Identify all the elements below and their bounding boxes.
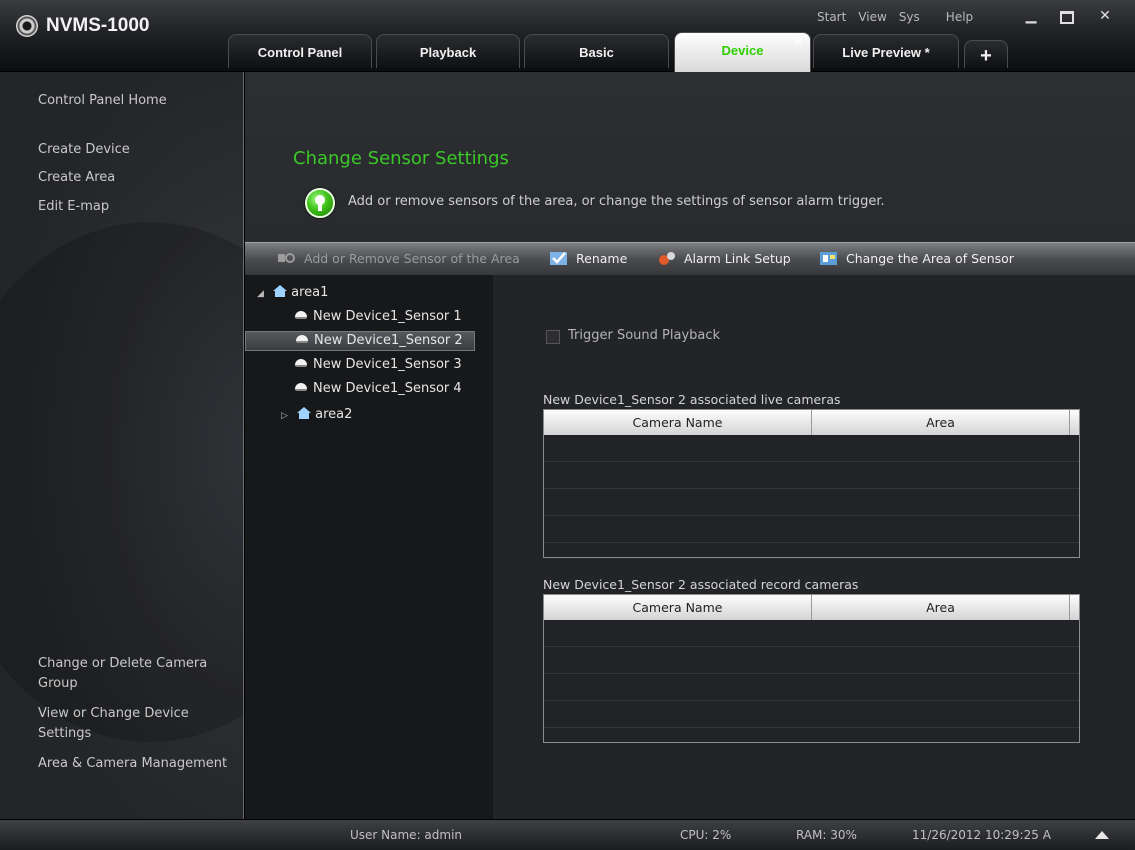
tab-device[interactable]: Device × <box>674 32 811 72</box>
tab-playback[interactable]: Playback <box>376 34 520 68</box>
column-header-filler <box>1070 410 1079 435</box>
app-title: NVMS-1000 <box>46 15 150 36</box>
trigger-sound-label: Trigger Sound Playback <box>568 328 721 343</box>
maximize-button[interactable] <box>1054 6 1080 26</box>
info-icon <box>305 188 335 218</box>
table-row[interactable] <box>544 674 1079 701</box>
table-row[interactable] <box>544 701 1079 728</box>
table-header: Camera Name Area <box>544 595 1079 620</box>
status-datetime: 11/26/2012 10:29:25 A <box>912 828 1051 842</box>
table-row[interactable] <box>544 462 1079 489</box>
add-remove-sensor-button[interactable]: Add or Remove Sensor of the Area <box>278 251 520 266</box>
tree-node-label: New Device1_Sensor 1 <box>313 309 462 324</box>
sidebar-item-camera-group[interactable]: Change or Delete Camera Group <box>38 654 238 694</box>
minimize-button[interactable]: ▁ <box>1018 6 1044 26</box>
tree-node-label: New Device1_Sensor 3 <box>313 357 462 372</box>
menu-start[interactable]: Start <box>817 10 846 24</box>
trigger-sound-checkbox[interactable] <box>546 330 560 344</box>
sensor-icon <box>295 359 307 367</box>
tab-label: Live Preview * <box>842 45 930 60</box>
tab-control-panel[interactable]: Control Panel <box>228 34 372 68</box>
table-row[interactable] <box>544 489 1079 516</box>
live-cameras-label: New Device1_Sensor 2 associated live cam… <box>543 392 841 407</box>
sidebar-item-area-camera-management[interactable]: Area & Camera Management <box>38 754 238 774</box>
menu-help[interactable]: Help <box>946 10 973 24</box>
tab-live-preview[interactable]: Live Preview * <box>813 34 959 68</box>
record-cameras-label: New Device1_Sensor 2 associated record c… <box>543 577 859 592</box>
menu-view[interactable]: View <box>858 10 886 24</box>
main-panel: Change Sensor Settings Add or remove sen… <box>245 72 1135 819</box>
sidebar-item-edit-emap[interactable]: Edit E-map <box>38 197 238 217</box>
column-header-area[interactable]: Area <box>812 595 1070 620</box>
column-header-camera-name[interactable]: Camera Name <box>544 595 812 620</box>
alarm-link-icon <box>659 252 675 265</box>
add-remove-sensor-label: Add or Remove Sensor of the Area <box>304 251 520 266</box>
tab-label: Device <box>721 43 764 58</box>
tree-node-sensor[interactable]: New Device1_Sensor 3 <box>295 356 462 374</box>
table-row[interactable] <box>544 620 1079 647</box>
toolbar: Add or Remove Sensor of the Area Rename … <box>245 242 1135 275</box>
alarm-link-setup-button[interactable]: Alarm Link Setup <box>658 251 791 266</box>
column-header-camera-name[interactable]: Camera Name <box>544 410 812 435</box>
column-header-filler <box>1070 595 1079 620</box>
live-cameras-table: Camera Name Area <box>543 409 1080 558</box>
expand-up-icon[interactable] <box>1095 831 1109 839</box>
rename-button[interactable]: Rename <box>550 251 627 266</box>
sidebar-item-create-area[interactable]: Create Area <box>38 168 238 188</box>
home-icon <box>297 407 312 419</box>
tree-node-label: New Device1_Sensor 2 <box>314 333 463 348</box>
tab-label: Control Panel <box>257 45 343 60</box>
tree-node-label: New Device1_Sensor 4 <box>313 381 462 396</box>
sidebar-item-device-settings[interactable]: View or Change Device Settings <box>38 704 238 744</box>
status-ram: RAM: 30% <box>796 828 857 842</box>
tab-basic[interactable]: Basic <box>524 34 669 68</box>
alarm-link-label: Alarm Link Setup <box>684 251 791 266</box>
sensor-icon <box>295 311 307 319</box>
table-row[interactable] <box>544 516 1079 543</box>
tree-node-area2[interactable]: ▷ area2 <box>281 406 352 425</box>
table-row[interactable] <box>544 647 1079 674</box>
top-menu: Start View Sys Help <box>817 10 985 24</box>
info-text: Add or remove sensors of the area, or ch… <box>348 194 885 209</box>
rename-label: Rename <box>576 251 628 266</box>
tab-close-icon[interactable]: × <box>794 33 802 49</box>
table-row[interactable] <box>544 435 1079 462</box>
sidebar-item-create-device[interactable]: Create Device <box>38 140 238 160</box>
sensor-toggle-icon <box>278 253 295 263</box>
page-title: Change Sensor Settings <box>293 148 509 169</box>
tab-label: Basic <box>579 45 614 60</box>
tree-node-sensor-selected[interactable]: New Device1_Sensor 2 <box>245 331 475 351</box>
close-window-button[interactable]: ✕ <box>1092 6 1118 26</box>
tab-label: Playback <box>419 45 477 60</box>
table-header: Camera Name Area <box>544 410 1079 435</box>
sidebar-item-home[interactable]: Control Panel Home <box>38 91 238 111</box>
home-icon <box>273 285 288 297</box>
sensor-icon <box>295 383 307 391</box>
tree-node-label: area2 <box>315 407 353 422</box>
tree-node-sensor[interactable]: New Device1_Sensor 4 <box>295 380 462 398</box>
menu-sys[interactable]: Sys <box>899 10 920 24</box>
app-logo-icon <box>16 15 38 37</box>
status-user: User Name: admin <box>350 828 463 842</box>
column-header-area[interactable]: Area <box>812 410 1070 435</box>
tree-node-area1[interactable]: ◢ area1 <box>257 284 328 303</box>
plus-icon: + <box>980 45 992 67</box>
rename-icon <box>550 252 567 265</box>
sensor-icon <box>296 335 308 343</box>
status-bar: User Name: admin CPU: 2% RAM: 30% 11/26/… <box>0 819 1135 850</box>
status-cpu: CPU: 2% <box>680 828 732 842</box>
tree-node-label: area1 <box>291 285 329 300</box>
title-bar: NVMS-1000 Start View Sys Help ▁ ✕ Contro… <box>0 0 1135 72</box>
expanded-arrow-icon[interactable]: ◢ <box>257 285 269 303</box>
add-tab-button[interactable]: + <box>964 40 1008 68</box>
sidebar: Control Panel Home Create Device Create … <box>0 72 244 819</box>
change-area-label: Change the Area of Sensor <box>846 251 1014 266</box>
change-area-button[interactable]: Change the Area of Sensor <box>820 251 1014 266</box>
sensor-settings-panel: Trigger Sound Playback New Device1_Senso… <box>493 275 1135 819</box>
area-sensor-tree: ◢ area1 New Device1_Sensor 1 New Device1… <box>245 275 493 819</box>
change-area-icon <box>820 252 837 265</box>
tree-node-sensor[interactable]: New Device1_Sensor 1 <box>295 308 462 326</box>
collapsed-arrow-icon[interactable]: ▷ <box>281 407 293 425</box>
record-cameras-table: Camera Name Area <box>543 594 1080 743</box>
